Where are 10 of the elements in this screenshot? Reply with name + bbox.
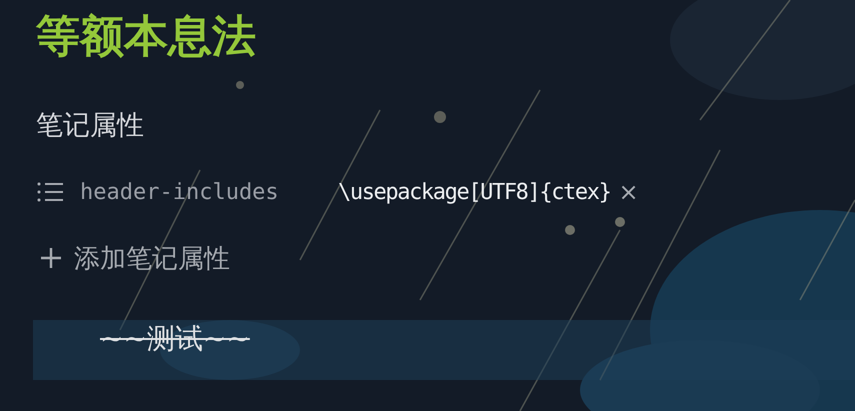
- property-value[interactable]: \usepackage[UTF8]{ctex}: [338, 180, 610, 204]
- note-title: 等额本息法: [36, 10, 257, 64]
- add-property-label[interactable]: 添加笔记属性: [74, 240, 230, 276]
- property-key[interactable]: header-includes: [80, 180, 338, 204]
- remove-button[interactable]: ×: [618, 178, 639, 206]
- editor-text: ~~测试~~: [100, 321, 250, 357]
- section-heading: 笔记属性: [36, 109, 145, 143]
- list-icon: [36, 181, 64, 203]
- plus-icon: [40, 247, 62, 269]
- add-property-button[interactable]: 添加笔记属性: [36, 240, 230, 276]
